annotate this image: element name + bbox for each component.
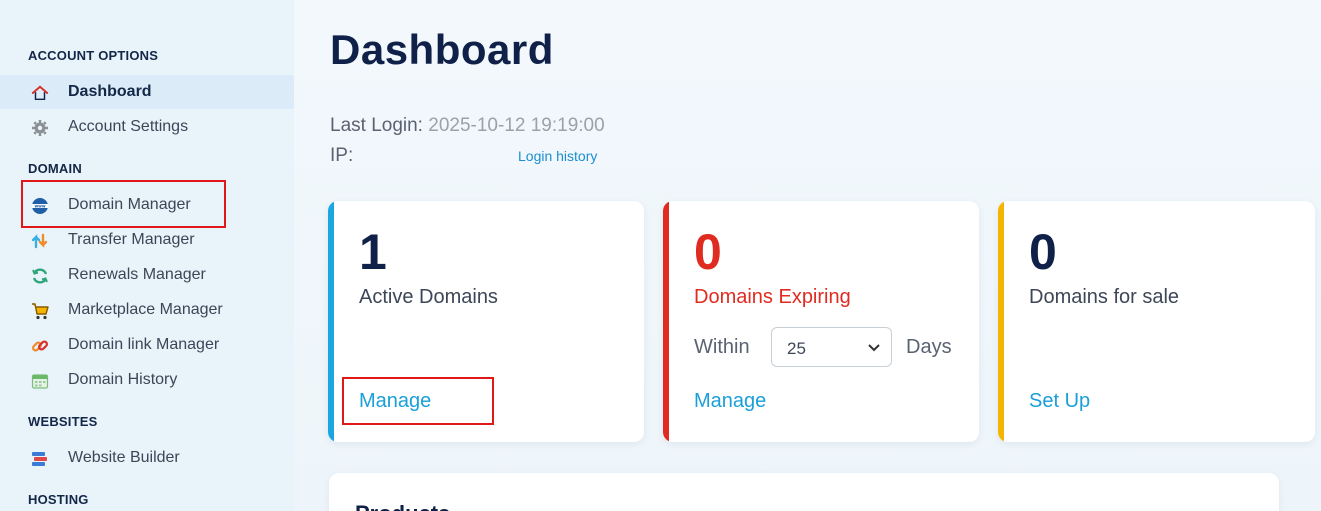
transfer-arrows-icon (31, 232, 49, 250)
sidebar-item-marketplace-manager[interactable]: Marketplace Manager (0, 293, 294, 327)
domains-expiring-title: Domains Expiring (694, 286, 851, 308)
last-login-label: Last Login: (330, 115, 423, 136)
domains-expiring-count: 0 (694, 224, 722, 280)
active-domains-card: 1 Active Domains Manage (328, 201, 644, 442)
ip-label: IP: (330, 145, 354, 166)
sidebar-item-dashboard[interactable]: Dashboard (0, 75, 294, 109)
card-accent-bar (663, 201, 669, 442)
active-domains-title: Active Domains (359, 286, 498, 308)
sidebar-item-website-builder[interactable]: Website Builder (0, 441, 294, 475)
products-title: Products (355, 501, 450, 511)
app-root: ACCOUNT OPTIONS Dashboard Account Settin… (0, 0, 1321, 511)
sidebar-item-label: Marketplace Manager (68, 301, 223, 318)
sidebar-item-account-settings[interactable]: Account Settings (0, 110, 294, 144)
website-builder-icon (31, 450, 49, 468)
section-heading-hosting: HOSTING (28, 492, 89, 507)
domains-for-sale-card: 0 Domains for sale Set Up (998, 201, 1315, 442)
domains-expiring-card: 0 Domains Expiring Within 25 Days Manage (663, 201, 979, 442)
sidebar-item-domain-manager[interactable]: www Domain Manager (0, 188, 294, 222)
login-history-link[interactable]: Login history (518, 148, 597, 164)
active-domains-count: 1 (359, 224, 387, 280)
main-content: Dashboard Last Login: 2025-10-12 19:19:0… (294, 0, 1321, 511)
domains-for-sale-count: 0 (1029, 224, 1057, 280)
sidebar-item-label: Renewals Manager (68, 266, 206, 283)
set-up-sale-link[interactable]: Set Up (1029, 390, 1090, 413)
expiring-days-select[interactable]: 25 (771, 327, 892, 367)
days-label: Days (906, 336, 952, 358)
card-accent-bar (328, 201, 334, 442)
select-value: 25 (787, 339, 806, 358)
expiring-within-row: Within 25 Days (694, 327, 964, 367)
within-label: Within (694, 336, 750, 358)
sidebar-item-domain-link-manager[interactable]: Domain link Manager (0, 328, 294, 362)
section-heading-account-options: ACCOUNT OPTIONS (28, 48, 159, 63)
svg-text:www: www (34, 203, 45, 208)
last-login-value: 2025-10-12 19:19:00 (428, 115, 605, 136)
products-card: Products (329, 473, 1279, 511)
sidebar-item-label: Domain link Manager (68, 336, 220, 353)
www-globe-icon: www (31, 197, 49, 215)
manage-active-domains-link[interactable]: Manage (359, 390, 431, 413)
sidebar-item-label: Account Settings (68, 118, 189, 135)
sidebar: ACCOUNT OPTIONS Dashboard Account Settin… (0, 0, 294, 511)
renew-icon (31, 267, 49, 285)
sidebar-item-transfer-manager[interactable]: Transfer Manager (0, 223, 294, 257)
last-login-row: Last Login: 2025-10-12 19:19:00 (330, 115, 605, 137)
gear-icon (31, 119, 49, 137)
chevron-down-icon (867, 340, 881, 354)
domains-for-sale-title: Domains for sale (1029, 286, 1180, 308)
manage-expiring-domains-link[interactable]: Manage (694, 390, 766, 413)
sidebar-item-label: Website Builder (68, 449, 180, 466)
section-heading-websites: WEBSITES (28, 414, 98, 429)
sidebar-item-label: Domain Manager (68, 196, 191, 213)
home-icon (31, 84, 49, 102)
sidebar-item-label: Dashboard (68, 83, 152, 100)
sidebar-item-label: Domain History (68, 371, 178, 388)
sidebar-item-renewals-manager[interactable]: Renewals Manager (0, 258, 294, 292)
sidebar-item-domain-history[interactable]: Domain History (0, 363, 294, 397)
ip-row: IP: (330, 145, 353, 167)
section-heading-domain: DOMAIN (28, 161, 82, 176)
calendar-icon (31, 372, 49, 390)
cart-icon (31, 302, 49, 320)
link-icon (31, 337, 49, 355)
sidebar-item-label: Transfer Manager (68, 231, 195, 248)
page-title: Dashboard (330, 26, 554, 73)
card-accent-bar (998, 201, 1004, 442)
